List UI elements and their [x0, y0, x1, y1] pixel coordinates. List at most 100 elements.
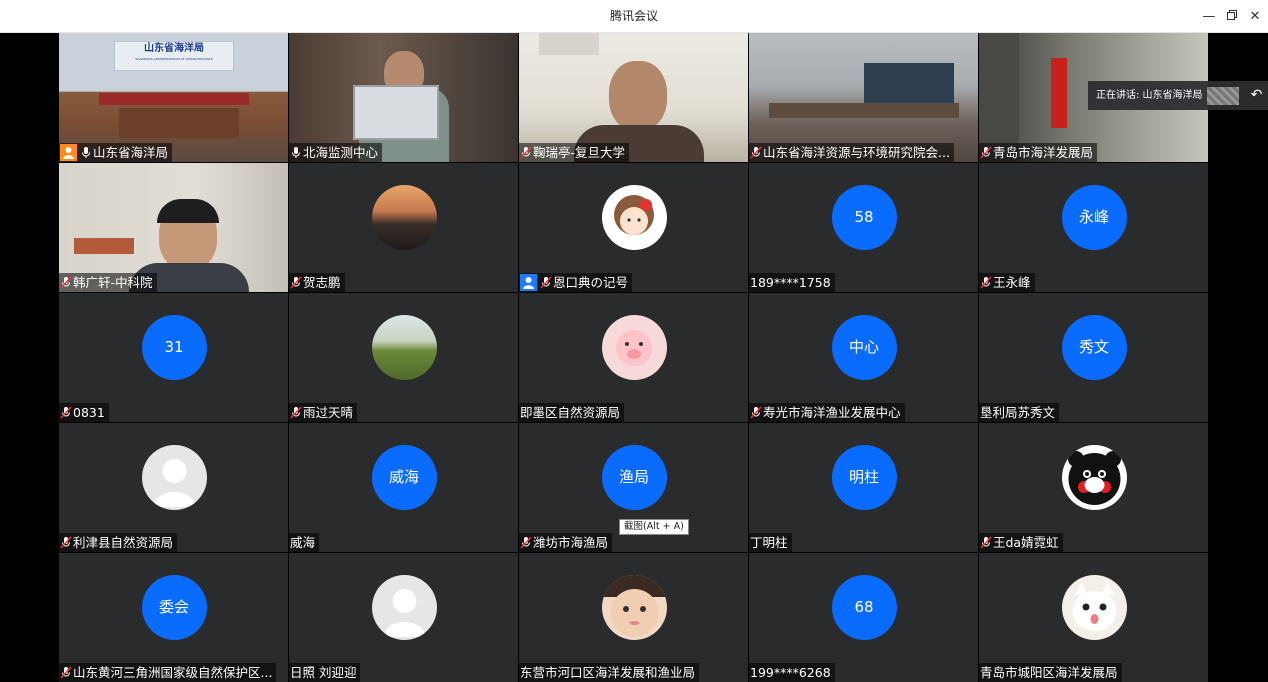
- profile-photo-avatar: [601, 185, 667, 250]
- mic-muted-icon: [290, 276, 302, 289]
- restore-icon[interactable]: [1221, 6, 1243, 28]
- initials-avatar: 58: [831, 185, 897, 250]
- participant-tile[interactable]: 58 189****1758: [749, 163, 978, 292]
- initials-avatar: 明柱: [831, 445, 897, 510]
- participant-nameplate: 潍坊市海渔局: [519, 533, 613, 552]
- initials-avatar: 中心: [831, 315, 897, 380]
- participant-tile[interactable]: 日照 刘迎迎: [289, 553, 518, 682]
- participant-nameplate: 东营市河口区海洋发展和渔业局: [519, 663, 700, 682]
- speaker-avatar-icon: [1206, 86, 1239, 105]
- host-badge-icon: [60, 144, 77, 161]
- participant-tile[interactable]: 韩广轩-中科院: [59, 163, 288, 292]
- profile-photo-avatar: [1061, 575, 1127, 640]
- mic-muted-icon: [60, 666, 72, 679]
- participant-nameplate: 恩口典の记号: [519, 273, 633, 292]
- participant-tile[interactable]: 北海监测中心: [289, 33, 518, 162]
- participant-tile[interactable]: 雨过天晴: [289, 293, 518, 422]
- participant-tile[interactable]: 即墨区自然资源局: [519, 293, 748, 422]
- participant-tile[interactable]: 明柱 丁明柱: [749, 423, 978, 552]
- default-user-avatar: [371, 575, 437, 640]
- participant-tile[interactable]: 31 0831: [59, 293, 288, 422]
- mic-muted-icon: [540, 276, 552, 289]
- participant-name: 韩广轩-中科院: [73, 275, 153, 290]
- participant-tile[interactable]: 鞠瑞亭-复旦大学: [519, 33, 748, 162]
- default-user-avatar: [141, 445, 207, 510]
- participant-name: 雨过天晴: [303, 405, 354, 420]
- mic-muted-icon: [980, 146, 992, 159]
- participant-name: 日照 刘迎迎: [290, 665, 357, 680]
- cohost-badge-icon: [520, 274, 537, 291]
- initials-avatar: 委会: [141, 575, 207, 640]
- participant-nameplate: 0831: [59, 403, 109, 422]
- participant-name: 东营市河口区海洋发展和渔业局: [520, 665, 696, 680]
- mic-muted-icon: [980, 276, 992, 289]
- participant-nameplate: 北海监测中心: [289, 143, 383, 162]
- participant-grid: 山东省海洋局 SHANDONG ADMINISTRATION OF OCEAN …: [59, 33, 1209, 682]
- participant-tile[interactable]: 王da婧霓虹: [979, 423, 1208, 552]
- participant-name: 王永峰: [993, 275, 1031, 290]
- participant-name: 189****1758: [750, 275, 831, 290]
- mic-muted-icon: [750, 146, 762, 159]
- participant-nameplate: 垦利局苏秀文: [979, 403, 1060, 422]
- participant-tile[interactable]: 贺志鹏: [289, 163, 518, 292]
- banner-subtext: SHANDONG ADMINISTRATION OF OCEAN PROVINC…: [135, 57, 213, 61]
- active-speaker-bar: 正在讲话: 山东省海洋局 ↶: [1088, 81, 1268, 110]
- participant-tile[interactable]: 山东省海洋局 SHANDONG ADMINISTRATION OF OCEAN …: [59, 33, 288, 162]
- participant-tile[interactable]: 东营市河口区海洋发展和渔业局: [519, 553, 748, 682]
- participant-name: 山东省海洋资源与环境研究院会...: [763, 145, 950, 160]
- participant-name: 即墨区自然资源局: [520, 405, 621, 420]
- participant-tile[interactable]: 威海 威海: [289, 423, 518, 552]
- initials-avatar: 31: [141, 315, 207, 380]
- participant-tile[interactable]: 委会 山东黄河三角洲国家级自然保护区...: [59, 553, 288, 682]
- participant-tile[interactable]: 秀文 垦利局苏秀文: [979, 293, 1208, 422]
- participant-nameplate: 丁明柱: [749, 533, 792, 552]
- window-title: 腾讯会议: [609, 9, 658, 23]
- participant-nameplate: 199****6268: [749, 663, 835, 682]
- participant-tile[interactable]: 山东省海洋资源与环境研究院会...: [749, 33, 978, 162]
- video-stage: 山东省海洋局 SHANDONG ADMINISTRATION OF OCEAN …: [0, 33, 1268, 682]
- participant-name: 青岛市海洋发展局: [993, 145, 1094, 160]
- participant-name: 威海: [290, 535, 316, 550]
- participant-nameplate: 王da婧霓虹: [979, 533, 1063, 552]
- collapse-icon[interactable]: ↶: [1251, 81, 1263, 110]
- active-speaker-label: 正在讲话: 山东省海洋局: [1096, 90, 1203, 101]
- participant-name: 山东黄河三角洲国家级自然保护区...: [73, 665, 273, 680]
- close-icon[interactable]: ✕: [1244, 6, 1266, 28]
- participant-nameplate: 韩广轩-中科院: [59, 273, 157, 292]
- mic-muted-icon: [60, 276, 72, 289]
- mic-muted-icon: [520, 146, 532, 159]
- participant-tile[interactable]: 中心 寿光市海洋渔业发展中心: [749, 293, 978, 422]
- participant-nameplate: 山东黄河三角洲国家级自然保护区...: [59, 663, 277, 682]
- window-titlebar: 腾讯会议 — ✕: [0, 0, 1268, 33]
- participant-tile[interactable]: 恩口典の记号: [519, 163, 748, 292]
- participant-name: 北海监测中心: [303, 145, 379, 160]
- profile-photo-avatar: [601, 575, 667, 640]
- banner-text: 山东省海洋局: [144, 43, 204, 54]
- mic-muted-icon: [60, 406, 72, 419]
- participant-nameplate: 鞠瑞亭-复旦大学: [519, 143, 630, 162]
- participant-nameplate: 贺志鹏: [289, 273, 345, 292]
- participant-nameplate: 雨过天晴: [289, 403, 358, 422]
- initials-avatar: 永峰: [1061, 185, 1127, 250]
- mic-on-icon: [80, 146, 92, 159]
- minimize-icon[interactable]: —: [1198, 6, 1220, 28]
- profile-photo-avatar: [1061, 445, 1127, 510]
- participant-name: 山东省海洋局: [93, 145, 169, 160]
- initials-avatar: 渔局: [601, 445, 667, 510]
- participant-nameplate: 利津县自然资源局: [59, 533, 178, 552]
- participant-tile[interactable]: 青岛市城阳区海洋发展局: [979, 553, 1208, 682]
- participant-tile[interactable]: 68 199****6268: [749, 553, 978, 682]
- profile-photo-avatar: [371, 185, 437, 250]
- participant-nameplate: 即墨区自然资源局: [519, 403, 625, 422]
- participant-nameplate: 189****1758: [749, 273, 835, 292]
- mic-muted-icon: [60, 536, 72, 549]
- participant-name: 垦利局苏秀文: [980, 405, 1056, 420]
- participant-nameplate: 山东省海洋局: [59, 143, 173, 162]
- participant-name: 恩口典の记号: [553, 275, 629, 290]
- participant-nameplate: 日照 刘迎迎: [289, 663, 361, 682]
- participant-tile[interactable]: 利津县自然资源局: [59, 423, 288, 552]
- participant-name: 利津县自然资源局: [73, 535, 174, 550]
- participant-tile[interactable]: 永峰 王永峰: [979, 163, 1208, 292]
- participant-nameplate: 青岛市海洋发展局: [979, 143, 1098, 162]
- screenshot-tooltip: 截图(Alt + A): [619, 519, 689, 535]
